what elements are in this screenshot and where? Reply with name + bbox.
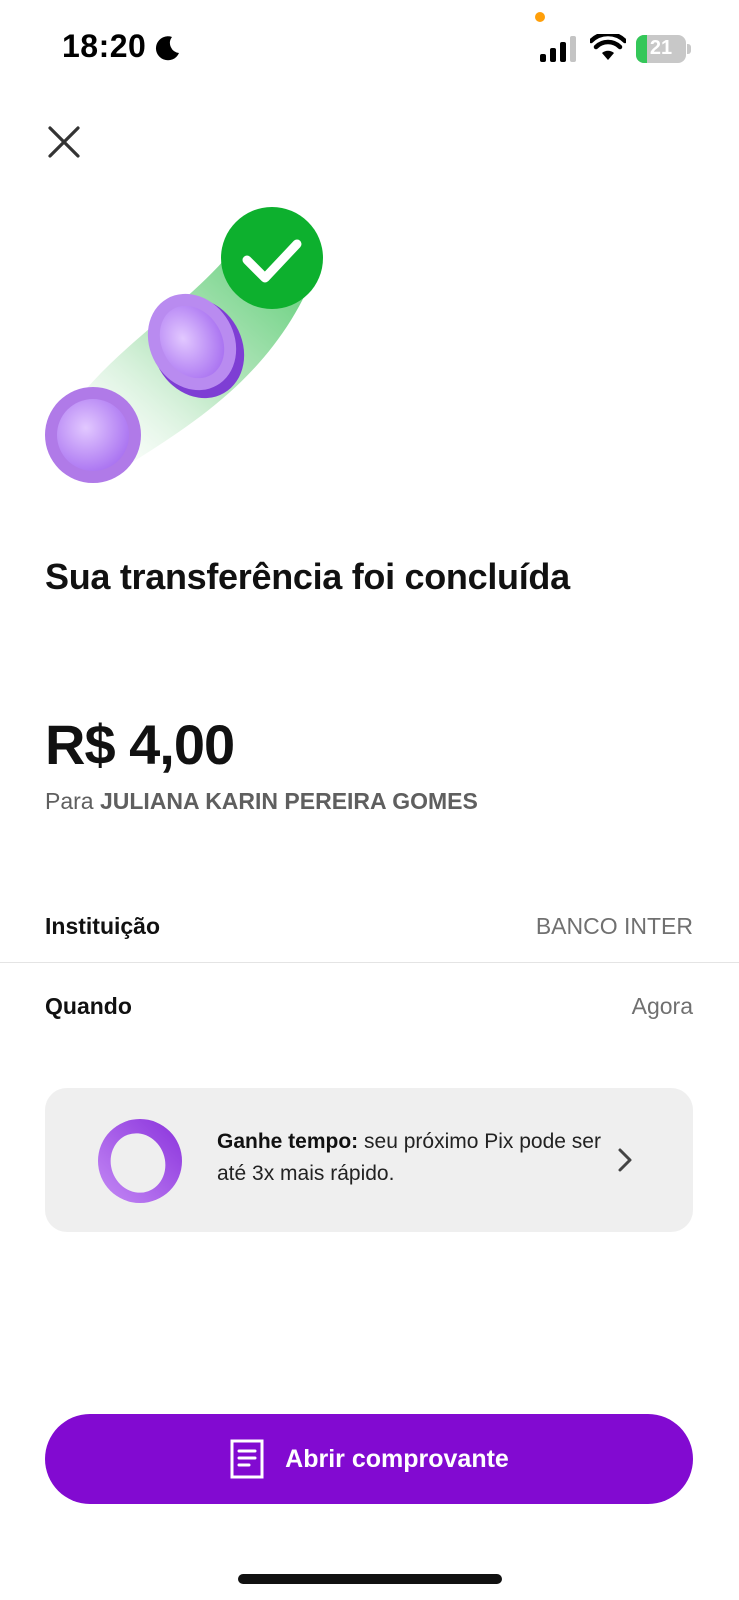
recipient-line: Para JULIANA KARIN PEREIRA GOMES — [45, 788, 478, 815]
wifi-icon — [590, 34, 626, 60]
moon-icon — [155, 36, 179, 61]
open-receipt-label: Abrir comprovante — [285, 1444, 509, 1473]
page-title: Sua transferência foi concluída — [45, 556, 570, 597]
detail-value: Agora — [631, 992, 693, 1019]
check-circle-icon — [221, 207, 323, 309]
detail-row-when: Quando Agora — [45, 986, 693, 1026]
divider — [0, 962, 739, 963]
battery-icon: 21 — [636, 35, 686, 63]
privacy-indicator-dot — [535, 12, 545, 22]
recipient-prefix: Para — [45, 788, 94, 814]
detail-row-institution: Instituição BANCO INTER — [45, 906, 693, 946]
open-receipt-button[interactable]: Abrir comprovante — [45, 1414, 693, 1504]
detail-label: Quando — [45, 992, 132, 1019]
promo-bold-text: Ganhe tempo: — [217, 1130, 359, 1153]
chevron-right-icon — [618, 1148, 632, 1172]
transfer-success-screen: 18:20 21 Sua transferência foi concluída… — [0, 0, 739, 1600]
detail-label: Instituição — [45, 912, 161, 939]
recipient-name: JULIANA KARIN PEREIRA GOMES — [99, 788, 478, 814]
pix-speed-promo-card[interactable]: Ganhe tempo: seu próximo Pix pode ser at… — [45, 1088, 693, 1232]
status-bar: 18:20 21 — [0, 0, 739, 100]
signal-icon — [540, 36, 576, 62]
pix-ring-icon — [98, 1119, 182, 1203]
status-time: 18:20 — [62, 28, 147, 64]
transfer-success-illustration — [45, 207, 323, 483]
detail-value: BANCO INTER — [535, 912, 693, 939]
battery-cap — [687, 44, 691, 54]
close-icon[interactable] — [44, 122, 84, 162]
home-indicator[interactable] — [238, 1574, 502, 1584]
promo-text: Ganhe tempo: seu próximo Pix pode ser at… — [217, 1126, 607, 1190]
receipt-icon — [230, 1439, 264, 1479]
battery-percentage: 21 — [649, 37, 673, 59]
transfer-amount: R$ 4,00 — [45, 713, 235, 776]
